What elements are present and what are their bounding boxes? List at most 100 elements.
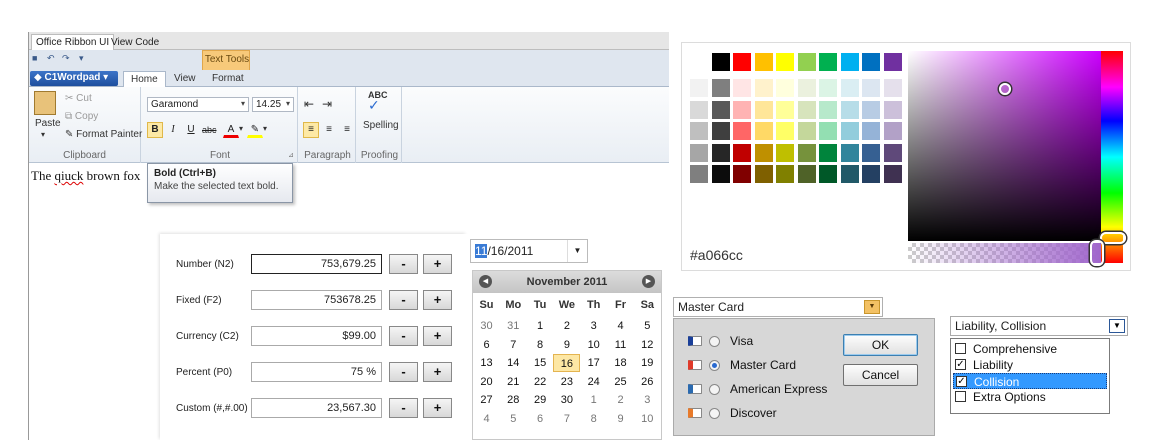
- color-swatch[interactable]: [797, 100, 816, 119]
- color-swatch[interactable]: [733, 165, 751, 183]
- color-swatch[interactable]: [883, 53, 902, 71]
- card-type-select[interactable]: Master Card ▼: [673, 297, 883, 317]
- calendar-day[interactable]: 3: [580, 317, 607, 335]
- calendar-day[interactable]: 11: [607, 336, 634, 354]
- color-swatch[interactable]: [883, 79, 902, 97]
- coverage-select[interactable]: Liability, Collision ▼: [950, 316, 1128, 336]
- calendar-day[interactable]: 24: [580, 373, 607, 391]
- checkbox[interactable]: ✓: [956, 376, 967, 387]
- increment-button[interactable]: +: [423, 290, 452, 310]
- calendar-day[interactable]: 29: [527, 391, 554, 409]
- tab-home[interactable]: Home: [123, 71, 166, 87]
- numeric-input[interactable]: $99.00: [251, 326, 382, 346]
- color-swatch[interactable]: [883, 165, 902, 183]
- increment-button[interactable]: +: [423, 326, 452, 346]
- color-swatch[interactable]: [711, 53, 730, 71]
- color-swatch[interactable]: [733, 53, 751, 71]
- font-size-select[interactable]: 14.25 ▾: [252, 97, 294, 112]
- calendar-day[interactable]: 23: [553, 373, 580, 391]
- chevron-down-icon[interactable]: ▼: [864, 300, 880, 314]
- calendar-day[interactable]: 30: [473, 317, 500, 335]
- radio-button[interactable]: [709, 384, 720, 395]
- calendar-day[interactable]: 26: [634, 373, 661, 391]
- chevron-down-icon[interactable]: ▾: [263, 124, 267, 133]
- color-swatch[interactable]: [733, 79, 751, 97]
- hex-value[interactable]: #a066cc: [690, 247, 743, 263]
- color-swatch[interactable]: [690, 143, 708, 162]
- format-painter-button[interactable]: ✎ Format Painter: [65, 129, 142, 140]
- color-swatch[interactable]: [840, 122, 859, 140]
- calendar-day[interactable]: 6: [473, 336, 500, 354]
- decrement-button[interactable]: -: [389, 254, 418, 274]
- color-swatch[interactable]: [819, 122, 837, 140]
- color-swatch[interactable]: [754, 79, 773, 97]
- chevron-down-icon[interactable]: ▼: [567, 240, 587, 262]
- tab-view[interactable]: View: [167, 71, 203, 87]
- calendar-day[interactable]: 7: [500, 336, 527, 354]
- color-swatch[interactable]: [711, 143, 730, 162]
- calendar-day[interactable]: 12: [634, 336, 661, 354]
- align-left-button[interactable]: ≡: [303, 122, 319, 138]
- color-swatch[interactable]: [862, 79, 880, 97]
- decrement-button[interactable]: -: [389, 290, 418, 310]
- color-swatch[interactable]: [797, 143, 816, 162]
- color-swatch[interactable]: [797, 122, 816, 140]
- color-swatch[interactable]: [797, 79, 816, 97]
- color-swatch[interactable]: [819, 143, 837, 162]
- color-swatch[interactable]: [776, 53, 794, 71]
- copy-button[interactable]: ⧉ Copy: [65, 111, 98, 122]
- color-swatch[interactable]: [754, 122, 773, 140]
- increment-button[interactable]: +: [423, 398, 452, 418]
- calendar-day[interactable]: 27: [473, 391, 500, 409]
- calendar-day[interactable]: 25: [607, 373, 634, 391]
- underline-button[interactable]: U: [183, 122, 199, 138]
- calendar-day[interactable]: 5: [500, 410, 527, 428]
- calendar-day[interactable]: 20: [473, 373, 500, 391]
- color-swatch[interactable]: [754, 53, 773, 71]
- indent-increase-icon[interactable]: ⇥: [322, 97, 332, 111]
- previous-month-icon[interactable]: ◀: [479, 275, 492, 288]
- calendar-day[interactable]: 10: [634, 410, 661, 428]
- chevron-down-icon[interactable]: ▼: [1109, 319, 1125, 333]
- color-swatch[interactable]: [711, 122, 730, 140]
- calendar-day[interactable]: 8: [527, 336, 554, 354]
- file-menu-button[interactable]: ◆ C1Wordpad ▾: [30, 71, 118, 86]
- tab-office-ribbon-ui[interactable]: Office Ribbon UI: [31, 34, 115, 50]
- color-swatch[interactable]: [733, 122, 751, 140]
- color-swatch[interactable]: [754, 165, 773, 183]
- card-option[interactable]: Visa: [688, 333, 838, 351]
- date-input[interactable]: 11/16/2011 ▼: [470, 239, 588, 263]
- strikethrough-button[interactable]: abc: [201, 122, 217, 138]
- color-swatch[interactable]: [733, 100, 751, 119]
- calendar-day[interactable]: 4: [473, 410, 500, 428]
- color-swatch[interactable]: [754, 100, 773, 119]
- calendar-day[interactable]: 4: [607, 317, 634, 335]
- align-center-button[interactable]: ≡: [321, 122, 337, 138]
- color-swatch[interactable]: [840, 143, 859, 162]
- calendar-day[interactable]: 1: [527, 317, 554, 335]
- color-swatch[interactable]: [711, 165, 730, 183]
- calendar-day[interactable]: 19: [634, 354, 661, 372]
- calendar-day[interactable]: 2: [553, 317, 580, 335]
- cancel-button[interactable]: Cancel: [843, 364, 918, 386]
- color-swatch[interactable]: [711, 100, 730, 119]
- calendar-day[interactable]: 13: [473, 354, 500, 372]
- date-month-segment[interactable]: 11: [475, 244, 488, 258]
- alpha-slider-handle[interactable]: [1090, 240, 1104, 266]
- checklist-item[interactable]: Comprehensive: [953, 341, 1107, 357]
- calendar-day[interactable]: 18: [607, 354, 634, 372]
- bold-button[interactable]: B: [147, 122, 163, 138]
- checkbox[interactable]: ✓: [955, 359, 966, 370]
- color-swatch[interactable]: [819, 165, 837, 183]
- color-swatch[interactable]: [883, 143, 902, 162]
- tab-format[interactable]: Format: [205, 71, 251, 87]
- calendar-day[interactable]: 2: [607, 391, 634, 409]
- color-swatch[interactable]: [819, 100, 837, 119]
- calendar-day[interactable]: 1: [580, 391, 607, 409]
- color-swatch[interactable]: [797, 53, 816, 71]
- tab-view-code[interactable]: View Code: [106, 34, 164, 50]
- color-swatch[interactable]: [819, 53, 837, 71]
- alpha-slider[interactable]: [908, 243, 1101, 263]
- calendar-day[interactable]: 9: [607, 410, 634, 428]
- highlight-color-button[interactable]: ✎: [247, 122, 263, 138]
